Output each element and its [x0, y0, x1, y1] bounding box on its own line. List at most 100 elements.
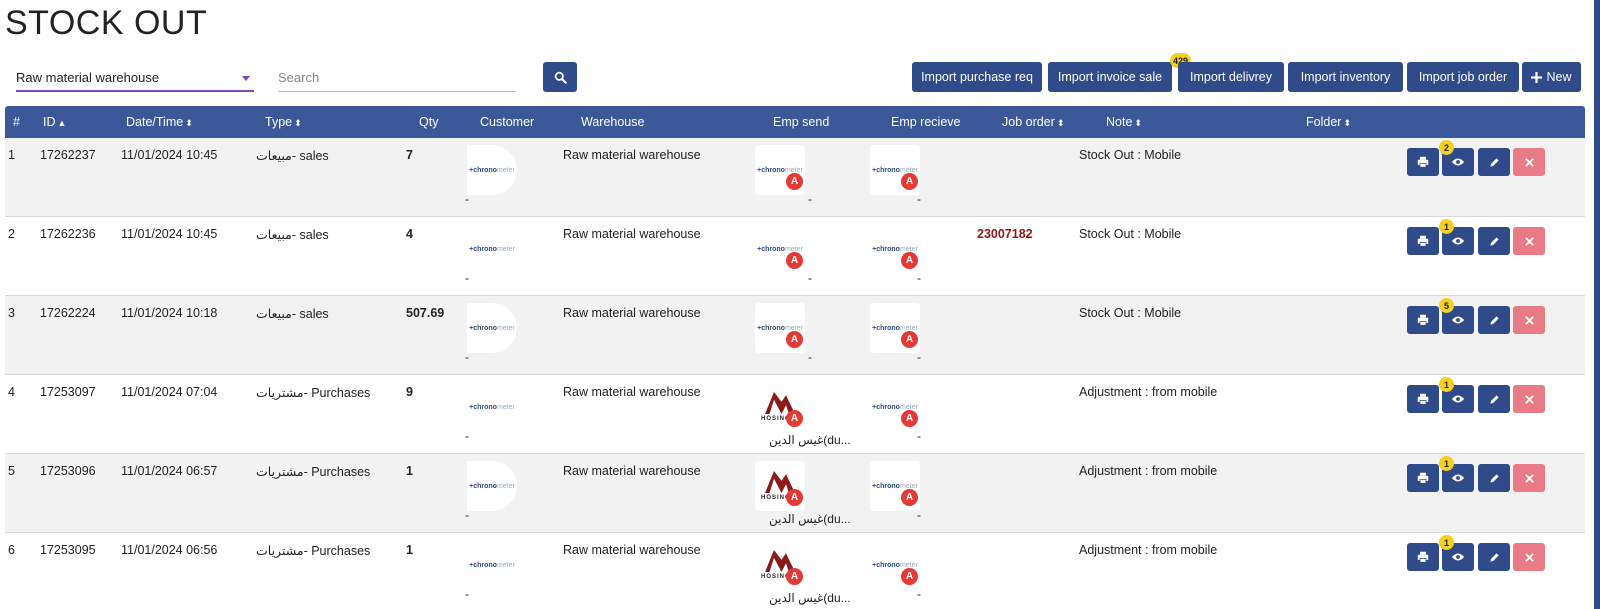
edit-button[interactable]: [1478, 148, 1510, 176]
row-num: 5: [8, 464, 15, 478]
customer-name: -: [465, 429, 469, 443]
table-row: 4 17253097 11/01/2024 07:04 مشتريات- Pur…: [5, 375, 1585, 454]
customer-logo: +chrono meter: [467, 382, 517, 432]
import-inventory-button[interactable]: Import inventory: [1288, 62, 1403, 92]
delete-button[interactable]: [1513, 227, 1545, 255]
print-icon: [1417, 393, 1429, 405]
row-datetime: 11/01/2024 06:57: [121, 464, 218, 478]
table-row: 5 17253096 11/01/2024 06:57 مشتريات- Pur…: [5, 454, 1585, 533]
eye-icon: [1451, 474, 1465, 482]
row-warehouse: Raw material warehouse: [563, 148, 701, 162]
chrono-logo-text: +chrono: [469, 166, 497, 174]
row-id[interactable]: 17262236: [40, 227, 96, 241]
row-num: 1: [8, 148, 15, 162]
import-job-order-button[interactable]: Import job order: [1407, 62, 1519, 92]
row-id[interactable]: 17253097: [40, 385, 96, 399]
print-button[interactable]: [1407, 385, 1439, 413]
emp-receive-avatar-badge: A: [901, 410, 918, 427]
plus-icon: [1531, 71, 1543, 83]
delete-button[interactable]: [1513, 464, 1545, 492]
view-count-badge: 1: [1439, 535, 1454, 550]
chrono-logo-text-meter: meter: [496, 245, 515, 253]
import-purchase-req-button[interactable]: Import purchase req: [912, 62, 1042, 92]
chrono-logo-text: +chrono: [757, 245, 785, 253]
warehouse-select[interactable]: Raw material warehouse: [16, 64, 254, 92]
header-datetime[interactable]: Date/Time ⬍: [126, 115, 193, 129]
chrono-logo-text: +chrono: [757, 166, 785, 174]
emp-receive-avatar-badge: A: [901, 568, 918, 585]
header-emp-send: Emp send: [773, 115, 830, 129]
edit-button[interactable]: [1478, 227, 1510, 255]
row-warehouse: Raw material warehouse: [563, 306, 701, 320]
row-id[interactable]: 17253096: [40, 464, 96, 478]
header-note[interactable]: Note ⬍: [1106, 115, 1142, 129]
print-button[interactable]: [1407, 148, 1439, 176]
chrono-logo-text: +chrono: [872, 482, 900, 490]
header-folder[interactable]: Folder ⬍: [1306, 115, 1351, 129]
edit-button[interactable]: [1478, 306, 1510, 334]
emp-send-name: -: [808, 192, 812, 206]
print-icon: [1417, 472, 1429, 484]
delete-button[interactable]: [1513, 306, 1545, 334]
delete-button[interactable]: [1513, 543, 1545, 571]
delete-button[interactable]: [1513, 385, 1545, 413]
customer-logo: +chrono meter: [467, 224, 517, 274]
chrono-logo-text: +chrono: [469, 245, 497, 253]
row-qty: 9: [406, 385, 413, 399]
row-qty: 507.69: [406, 306, 445, 320]
close-icon: [1524, 315, 1534, 325]
chrono-logo-text: +chrono: [469, 482, 497, 490]
print-button[interactable]: [1407, 306, 1439, 334]
row-warehouse: Raw material warehouse: [563, 227, 701, 241]
row-job-order[interactable]: 23007182: [977, 227, 1033, 241]
header-num: #: [13, 115, 20, 129]
edit-button[interactable]: [1478, 385, 1510, 413]
eye-icon: [1451, 316, 1465, 324]
print-button[interactable]: [1407, 543, 1439, 571]
row-note: Stock Out : Mobile: [1079, 306, 1182, 320]
emp-send-avatar-badge: A: [786, 410, 803, 427]
close-icon: [1524, 394, 1534, 404]
row-datetime: 11/01/2024 10:45: [121, 148, 218, 162]
edit-button[interactable]: [1478, 543, 1510, 571]
print-icon: [1417, 314, 1429, 326]
emp-send-name: -: [808, 350, 812, 364]
emp-send-avatar-badge: A: [786, 568, 803, 585]
header-qty: Qty: [419, 115, 439, 129]
edit-button[interactable]: [1478, 464, 1510, 492]
sort-icon: ⬍: [185, 118, 193, 128]
emp-receive-name: -: [917, 587, 921, 601]
customer-name: -: [465, 350, 469, 364]
row-note: Adjustment : from mobile: [1079, 543, 1218, 557]
delete-button[interactable]: [1513, 148, 1545, 176]
search-button[interactable]: [543, 62, 577, 92]
row-id[interactable]: 17262224: [40, 306, 96, 320]
row-id[interactable]: 17253095: [40, 543, 96, 557]
header-id[interactable]: ID ▲: [43, 115, 66, 129]
table-body: 1 17262237 11/01/2024 10:45 مبيعات- sale…: [5, 138, 1585, 609]
import-invoice-sale-button[interactable]: Import invoice sale: [1048, 62, 1172, 92]
customer-logo: +chrono meter: [467, 461, 517, 511]
search-input[interactable]: [278, 64, 516, 92]
header-job-order[interactable]: Job order ⬍: [1002, 115, 1064, 129]
header-folder-label: Folder: [1306, 115, 1342, 129]
emp-send-avatar-badge: A: [786, 173, 803, 190]
chrono-logo-text: +chrono: [872, 245, 900, 253]
row-warehouse: Raw material warehouse: [563, 464, 701, 478]
chrono-logo-text: +chrono: [469, 324, 497, 332]
import-job-order-label: Import job order: [1418, 70, 1508, 84]
print-button[interactable]: [1407, 464, 1439, 492]
import-delivery-button[interactable]: Import delivrey: [1178, 62, 1284, 92]
emp-send-name: غيس الدين(du...: [769, 433, 851, 447]
print-button[interactable]: [1407, 227, 1439, 255]
row-note: Adjustment : from mobile: [1079, 385, 1218, 399]
pencil-icon: [1489, 236, 1499, 246]
right-edge-bar: [1594, 0, 1600, 609]
chrono-logo-text-meter: meter: [496, 403, 515, 411]
new-button[interactable]: New: [1522, 62, 1581, 92]
customer-name: -: [465, 271, 469, 285]
row-num: 4: [8, 385, 15, 399]
chrono-logo-text-meter: meter: [496, 482, 515, 490]
row-id[interactable]: 17262237: [40, 148, 96, 162]
header-type[interactable]: Type ⬍: [265, 115, 302, 129]
